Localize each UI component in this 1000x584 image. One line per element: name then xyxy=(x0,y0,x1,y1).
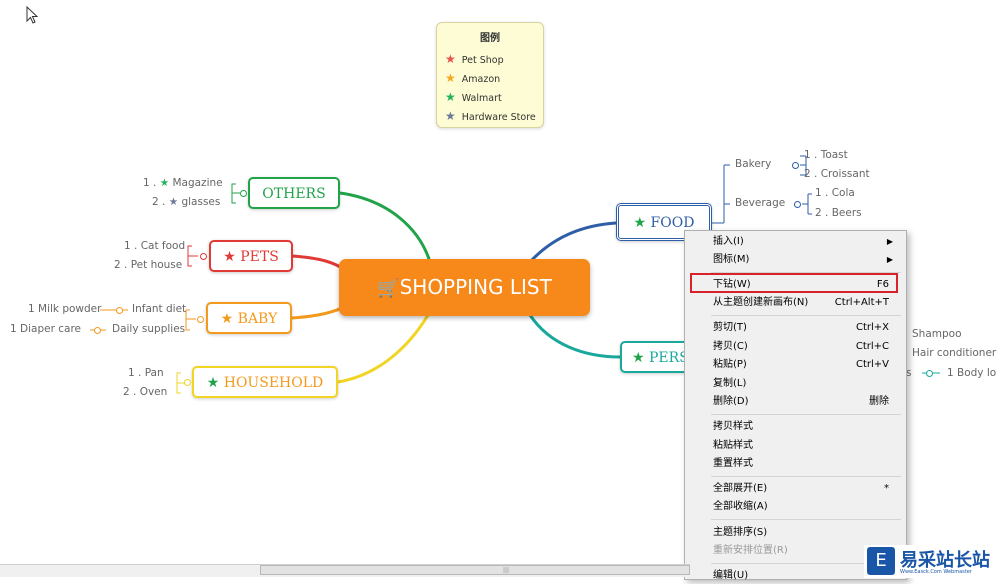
list-item[interactable]: 2 . ★ glasses xyxy=(152,196,220,208)
menu-item-icon[interactable]: 图标(M) ▶ xyxy=(713,252,899,268)
star-icon: ★ xyxy=(445,90,456,104)
topic-others[interactable]: OTHERS xyxy=(248,177,340,209)
list-item[interactable]: 2 . Oven xyxy=(123,386,167,398)
menu-item-reset-style[interactable]: 重置样式 xyxy=(713,456,899,472)
legend-item-walmart: ★ Walmart xyxy=(445,90,502,104)
star-icon: ★ xyxy=(206,375,220,391)
menu-item-paste-style[interactable]: 粘贴样式 xyxy=(713,438,899,454)
list-item[interactable]: Infant diet xyxy=(132,303,186,315)
list-item[interactable]: 1 Diaper care xyxy=(10,323,81,335)
list-item[interactable]: Shampoo xyxy=(912,328,962,340)
submenu-arrow-icon: ▶ xyxy=(886,255,893,264)
list-item[interactable]: 1 . Cat food xyxy=(124,240,185,252)
grip-icon: ||| xyxy=(503,567,510,574)
menu-item-delete[interactable]: 删除(D) 删除 xyxy=(713,394,899,410)
menu-item-paste[interactable]: 粘贴(P) Ctrl+V xyxy=(713,357,899,373)
menu-item-copy-style[interactable]: 拷贝样式 xyxy=(713,419,899,435)
menu-separator xyxy=(711,414,901,415)
list-item[interactable]: 1 Milk powder xyxy=(28,303,101,315)
legend-title: 图例 xyxy=(480,33,500,44)
central-topic-label: SHOPPING LIST xyxy=(399,275,552,299)
central-topic[interactable]: 🛒SHOPPING LIST xyxy=(339,259,590,316)
list-item[interactable]: Daily supplies xyxy=(112,323,185,335)
star-icon: ★ xyxy=(168,196,179,208)
collapse-toggle[interactable] xyxy=(792,162,799,169)
submenu-arrow-icon: ▶ xyxy=(886,237,893,246)
list-item[interactable]: 2 . Beers xyxy=(815,207,862,219)
topic-pets[interactable]: ★ PETS xyxy=(209,240,293,272)
legend-item-amazon: ★ Amazon xyxy=(445,71,501,85)
subtopic-beverage[interactable]: Beverage xyxy=(735,197,785,209)
legend-panel: 图例 ★ Pet Shop ★ Amazon ★ Walmart ★ Hardware … xyxy=(436,22,544,128)
star-icon: ★ xyxy=(220,311,234,327)
collapse-toggle[interactable] xyxy=(94,327,101,334)
list-item[interactable]: 2 . Croissant xyxy=(804,168,870,180)
menu-item-insert[interactable]: 插入(I) ▶ xyxy=(713,234,899,250)
list-item[interactable]: 2 . Pet house xyxy=(114,259,182,271)
topic-baby[interactable]: ★ BABY xyxy=(206,302,292,334)
list-item[interactable]: 1 . Cola xyxy=(815,187,855,199)
star-icon: ★ xyxy=(445,109,456,123)
topic-household[interactable]: ★ HOUSEHOLD xyxy=(192,366,338,398)
star-icon: ★ xyxy=(159,177,170,189)
legend-item-pet-shop: ★ Pet Shop xyxy=(445,52,504,66)
scrollbar-thumb[interactable]: ||| xyxy=(260,565,690,575)
collapse-toggle[interactable] xyxy=(200,253,207,260)
collapse-toggle[interactable] xyxy=(197,316,204,323)
subtopic-bakery[interactable]: Bakery xyxy=(735,158,771,170)
collapse-toggle[interactable] xyxy=(926,370,933,377)
star-icon: ★ xyxy=(445,52,456,66)
highlight-box xyxy=(690,273,898,293)
menu-separator xyxy=(711,315,901,316)
menu-item-duplicate[interactable]: 复制(L) xyxy=(713,376,899,392)
list-item[interactable]: 1 . ★ Magazine xyxy=(143,177,223,189)
list-item[interactable]: 1 Body lo xyxy=(947,367,996,379)
shopping-cart-icon: 🛒 xyxy=(377,278,400,299)
legend-item-hardware-store: ★ Hardware Store xyxy=(445,109,536,123)
star-icon: ★ xyxy=(223,249,236,265)
star-icon: ★ xyxy=(632,350,645,366)
watermark-logo: E 易采站长站 Www.Easck.Com Webmaster xyxy=(864,545,1000,578)
collapse-toggle[interactable] xyxy=(116,307,123,314)
star-icon: ★ xyxy=(633,215,647,231)
star-icon: ★ xyxy=(445,71,456,85)
menu-item-sort-topics[interactable]: 主题排序(S) xyxy=(713,525,899,541)
menu-separator xyxy=(711,476,901,477)
menu-item-collapse-all[interactable]: 全部收缩(A) xyxy=(713,499,899,515)
menu-item-copy[interactable]: 拷贝(C) Ctrl+C xyxy=(713,339,899,355)
menu-item-new-canvas[interactable]: 从主题创建新画布(N) Ctrl+Alt+T xyxy=(713,295,899,311)
list-item[interactable]: 1 . Pan xyxy=(128,367,164,379)
list-item[interactable]: 1 . Toast xyxy=(804,149,848,161)
menu-item-cut[interactable]: 剪切(T) Ctrl+X xyxy=(713,320,899,336)
collapse-toggle[interactable] xyxy=(240,190,247,197)
menu-item-expand-all[interactable]: 全部展开(E) * xyxy=(713,481,899,497)
site-logo-icon: E xyxy=(867,547,895,575)
list-item[interactable]: Hair conditioner xyxy=(912,347,996,359)
collapse-toggle[interactable] xyxy=(794,201,801,208)
collapse-toggle[interactable] xyxy=(184,379,191,386)
menu-separator xyxy=(711,519,901,520)
